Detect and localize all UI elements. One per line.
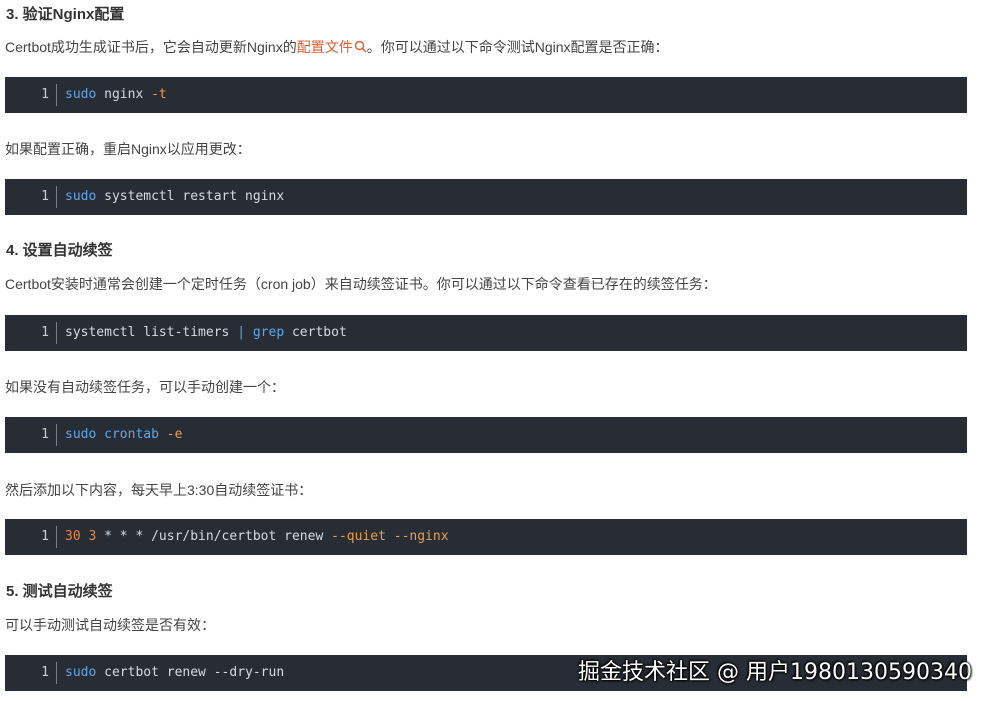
- code-token: |: [237, 325, 246, 340]
- restart-instruction: 如果配置正确，重启Nginx以应用更改：: [5, 141, 251, 157]
- code-token: -t: [151, 87, 167, 102]
- search-icon: [354, 40, 367, 53]
- code-token: sudo: [65, 427, 97, 442]
- code-token: sudo: [65, 665, 97, 680]
- code-token: certbot: [284, 325, 347, 340]
- line-number-divider: [56, 424, 57, 446]
- line-number-divider: [56, 186, 57, 208]
- code-block-nginx-test[interactable]: 1 sudo nginx -t: [5, 77, 967, 113]
- line-number-divider: [56, 322, 57, 344]
- code-token: nginx: [96, 87, 152, 102]
- section-heading-auto-renew: 4. 设置自动续签: [6, 242, 113, 259]
- line-number: 1: [41, 189, 49, 204]
- code-token: certbot renew --dry-run: [96, 665, 285, 680]
- code-block-list-timers[interactable]: 1 systemctl list-timers | grep certbot: [5, 315, 967, 351]
- watermark: 掘金技术社区 @ 用户1980130590340: [578, 660, 972, 685]
- line-number-divider: [56, 84, 57, 106]
- code-token: * * * /usr/bin/certbot renew: [96, 529, 332, 544]
- config-file-link-label: 配置文件: [296, 39, 353, 55]
- code-token: --nginx: [393, 529, 449, 544]
- section-heading-test-renew: 5. 测试自动续签: [6, 583, 113, 600]
- line-number-divider: [56, 526, 57, 548]
- code-line[interactable]: 30 3 * * * /usr/bin/certbot renew --quie…: [65, 519, 449, 555]
- code-token: systemctl restart nginx: [96, 189, 285, 204]
- code-token: 30: [65, 529, 81, 544]
- code-block-cron-entry[interactable]: 1 30 3 * * * /usr/bin/certbot renew --qu…: [5, 519, 967, 555]
- line-number-divider: [56, 662, 57, 684]
- line-number: 1: [41, 665, 49, 680]
- config-file-link[interactable]: 配置文件: [297, 39, 367, 55]
- code-line[interactable]: sudo systemctl restart nginx: [65, 179, 284, 215]
- code-token: sudo: [65, 189, 97, 204]
- manual-create-instruction: 如果没有自动续签任务，可以手动创建一个：: [5, 379, 285, 395]
- code-token: systemctl list-timers: [65, 325, 238, 340]
- intro-text-after-link: 。你可以通过以下命令测试Nginx配置是否正确：: [366, 39, 669, 55]
- code-block-crontab[interactable]: 1 sudo crontab -e: [5, 417, 967, 453]
- code-block-restart-nginx[interactable]: 1 sudo systemctl restart nginx: [5, 179, 967, 215]
- line-number: 1: [41, 427, 49, 442]
- section-intro-test-renew: 可以手动测试自动续签是否有效：: [5, 617, 215, 633]
- code-token: --quiet: [331, 529, 386, 544]
- section-heading-verify-nginx: 3. 验证Nginx配置: [6, 6, 125, 23]
- code-line[interactable]: sudo crontab -e: [65, 417, 182, 453]
- section-intro-auto-renew: Certbot安装时通常会创建一个定时任务（cron job）来自动续签证书。你…: [5, 276, 717, 292]
- line-number: 1: [41, 325, 49, 340]
- line-number: 1: [41, 529, 49, 544]
- code-token: sudo: [65, 87, 97, 102]
- intro-text-before-link: Certbot成功生成证书后，它会自动更新Nginx的: [5, 39, 297, 55]
- article-body: 3. 验证Nginx配置 Certbot成功生成证书后，它会自动更新Nginx的…: [0, 0, 981, 701]
- code-line[interactable]: systemctl list-timers | grep certbot: [65, 315, 347, 351]
- code-line[interactable]: sudo nginx -t: [65, 77, 167, 113]
- code-line[interactable]: sudo certbot renew --dry-run: [65, 655, 284, 691]
- code-token: grep: [252, 325, 285, 340]
- add-cron-instruction: 然后添加以下内容，每天早上3:30自动续签证书：: [5, 482, 313, 498]
- code-token: crontab: [104, 427, 159, 442]
- code-token: -e: [166, 427, 183, 442]
- section-intro-verify-nginx: Certbot成功生成证书后，它会自动更新Nginx的配置文件 。你可以通过以下命…: [5, 37, 669, 57]
- line-number: 1: [41, 87, 49, 102]
